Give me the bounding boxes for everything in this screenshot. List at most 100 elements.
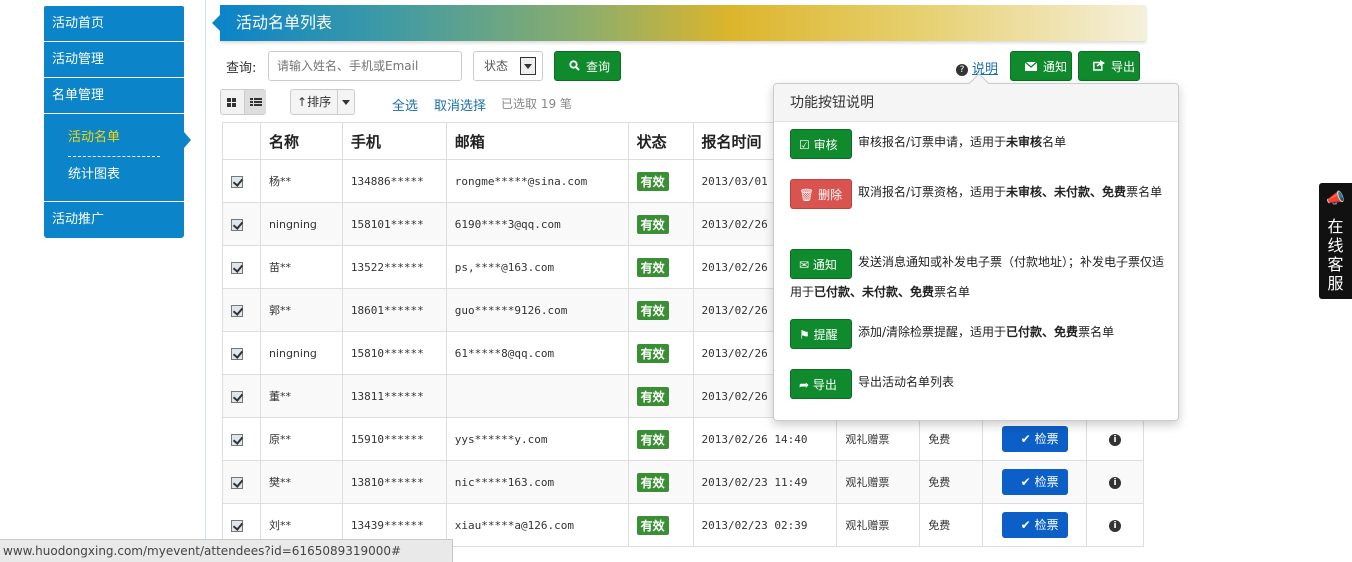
check-square-icon: ☑ (799, 138, 810, 152)
online-service-widget[interactable]: 📣 在线客服 (1319, 183, 1352, 299)
remind-button[interactable]: ⚑ 提醒 (790, 319, 852, 349)
row-checkbox-cell[interactable] (222, 245, 261, 289)
notify-button-label: 通知 (1043, 60, 1068, 74)
grid-view-button[interactable] (221, 90, 243, 114)
row-checkbox[interactable] (231, 175, 243, 188)
export-popover-button[interactable]: ➦ 导出 (790, 369, 852, 399)
row-checkbox-cell[interactable] (222, 374, 261, 418)
megaphone-icon: 📣 (1326, 189, 1345, 207)
column-header-name[interactable]: 名称 (259, 122, 343, 160)
popover-item-remind-text-post: 票名单 (1078, 325, 1115, 339)
row-checkbox[interactable] (231, 261, 243, 274)
action-cell: ✔ 检票 (982, 503, 1088, 547)
export-popover-button-label: 导出 (812, 378, 837, 392)
sort-button[interactable]: ↑排序 (290, 89, 355, 115)
ticket-cell: 观礼赠票 (836, 460, 921, 504)
search-input[interactable] (268, 51, 462, 81)
popover-item-approve: ☑ 审核 审核报名/订票申请，适用于未审核名单 (790, 129, 1166, 159)
select-all-link[interactable]: 全选 (392, 95, 418, 114)
table-row[interactable]: 樊** 13810****** nic*****163.com 有效 2013/02/2… (222, 460, 1144, 504)
table-row[interactable]: 原** 15910****** yys******y.com 有效 2013/02/26… (222, 417, 1144, 461)
query-button[interactable]: 查询 (554, 51, 621, 81)
info-cell: i (1086, 460, 1144, 504)
email-cell: yys******y.com (445, 417, 629, 461)
row-checkbox-cell[interactable] (222, 202, 261, 246)
row-checkbox-cell[interactable] (222, 159, 261, 203)
name-cell: ningning (259, 202, 343, 246)
phone-cell: 18601****** (341, 288, 447, 332)
popover-item-approve-text: 审核报名/订票申请，适用于 (858, 135, 1007, 149)
popover-title: 功能按钮说明 (774, 84, 1178, 122)
status-badge: 有效 (636, 386, 669, 406)
notify-button[interactable]: 通知 (1010, 51, 1072, 81)
email-cell: xiau*****a@126.com (445, 503, 629, 547)
row-checkbox[interactable] (231, 476, 243, 489)
name-cell: 杨** (259, 159, 343, 203)
question-icon: ? (956, 64, 968, 76)
info-icon[interactable]: i (1109, 477, 1122, 489)
status-cell: 有效 (627, 417, 694, 461)
column-header-select (222, 122, 261, 160)
sidebar-item-home[interactable]: 活动首页 (44, 6, 184, 42)
sidebar-subitem-stats[interactable]: 统计图表 (44, 157, 184, 193)
time-cell: 2013/02/26 14:40 (692, 417, 838, 461)
approve-button[interactable]: ☑ 审核 (790, 129, 852, 159)
view-toggle (220, 89, 266, 115)
sidebar-subitem-event-list[interactable]: 活动名单 (44, 120, 184, 156)
info-cell: i (1086, 417, 1144, 461)
remind-button-label: 提醒 (813, 328, 838, 342)
row-checkbox[interactable] (231, 304, 243, 317)
sidebar-item-list-manage[interactable]: 名单管理 (44, 78, 184, 114)
status-cell: 有效 (627, 503, 694, 547)
column-header-email[interactable]: 邮箱 (445, 122, 629, 160)
trash-icon: 🗑 (799, 188, 815, 202)
row-checkbox[interactable] (231, 218, 243, 231)
browser-status-bar: www.huodongxing.com/myevent/attendees?id… (0, 539, 453, 562)
popover-item-approve-text-post: 名单 (1042, 135, 1067, 149)
active-pointer-icon (184, 132, 191, 148)
column-header-status[interactable]: 状态 (627, 122, 694, 160)
column-header-phone[interactable]: 手机 (341, 122, 447, 160)
popover-item-notify-text-post: 票名单 (934, 285, 971, 299)
deselect-link[interactable]: 取消选择 (434, 95, 486, 114)
popover-item-export-text: 导出活动名单列表 (858, 375, 955, 389)
info-icon[interactable]: i (1109, 520, 1122, 532)
info-icon[interactable]: i (1109, 434, 1122, 446)
sort-dropdown-toggle[interactable] (337, 90, 354, 114)
phone-cell: 13811****** (341, 374, 447, 418)
notify-popover-button[interactable]: ✉ 通知 (790, 249, 852, 279)
row-checkbox-cell[interactable] (222, 417, 261, 461)
envelope-icon: ✉ (799, 258, 810, 272)
check-ticket-button[interactable]: ✔ 检票 (1001, 426, 1068, 452)
sidebar: 活动首页 活动管理 名单管理 活动名单 统计图表 活动推广 (44, 6, 191, 238)
info-cell: i (1086, 503, 1144, 547)
row-checkbox[interactable] (231, 433, 243, 446)
row-checkbox-cell[interactable] (222, 460, 261, 504)
row-checkbox[interactable] (231, 347, 243, 360)
checkmark-icon: ✔ (1020, 432, 1031, 446)
email-cell: 61*****8@qq.com (445, 331, 629, 375)
popover-item-remind-text: 添加/清除检票提醒，适用于 (858, 325, 1007, 339)
check-ticket-button[interactable]: ✔ 检票 (1001, 469, 1068, 495)
popover-item-delete: 🗑 删除 取消报名/订票资格，适用于未审核、未付款、免费票名单 (790, 179, 1166, 209)
list-view-button[interactable] (244, 90, 266, 114)
tag-icon: ⚑ (799, 328, 810, 342)
sidebar-item-event-manage[interactable]: 活动管理 (44, 42, 184, 78)
price-cell: 免费 (919, 503, 984, 547)
row-checkbox[interactable] (231, 390, 243, 403)
phone-cell: 134886***** (341, 159, 447, 203)
delete-button[interactable]: 🗑 删除 (790, 179, 852, 209)
status-cell: 有效 (627, 460, 694, 504)
name-cell: ningning (259, 331, 343, 375)
check-ticket-button[interactable]: ✔ 检票 (1001, 512, 1068, 538)
row-checkbox[interactable] (231, 519, 243, 532)
sort-button-label: 排序 (307, 95, 332, 109)
sidebar-item-promotion[interactable]: 活动推广 (44, 202, 184, 238)
export-button[interactable]: 导出 (1078, 51, 1140, 81)
row-checkbox-cell[interactable] (222, 331, 261, 375)
row-checkbox-cell[interactable] (222, 288, 261, 332)
status-badge: 有效 (636, 343, 669, 363)
phone-cell: 15910****** (341, 417, 447, 461)
email-cell: guo******9126.com (445, 288, 629, 332)
status-select[interactable]: 状态 (473, 51, 543, 81)
